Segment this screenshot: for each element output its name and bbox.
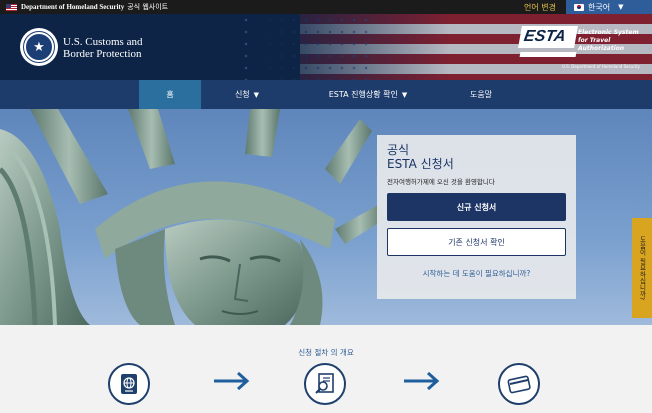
language-area: 언어 변경 한국어 ▼ bbox=[524, 0, 652, 14]
nav-help-label: 도움말 bbox=[469, 90, 493, 99]
language-selected: 한국어 bbox=[588, 2, 611, 12]
process-title: 신청 절차 의 개요 bbox=[298, 348, 354, 357]
chevron-down-icon: ▼ bbox=[253, 90, 260, 99]
step-application[interactable] bbox=[304, 363, 346, 405]
site-header: ★ U.S. Customs and Border Protection EST… bbox=[0, 14, 652, 80]
esta-department: U.S. Department of Homeland Security bbox=[562, 64, 641, 69]
panel-title: 공식 ESTA 신청서 bbox=[387, 143, 454, 171]
welcome-text: 전자여행허가제에 오신 것을 환영합니다 bbox=[387, 178, 495, 186]
main-nav: 홈 신청 ▼ ESTA 진행상황 확인 ▼ 도움말 bbox=[0, 80, 652, 109]
application-panel: 공식 ESTA 신청서 전자여행허가제에 오신 것을 환영합니다 신규 신청서 … bbox=[377, 135, 576, 299]
arrow-right-icon bbox=[404, 371, 440, 391]
agency-name[interactable]: U.S. Customs and Border Protection bbox=[63, 36, 142, 60]
step-payment[interactable] bbox=[498, 363, 540, 405]
nav-apply[interactable]: 신청 ▼ bbox=[201, 80, 293, 109]
chevron-down-icon: ▼ bbox=[618, 3, 624, 11]
panel-title-line1: 공식 bbox=[387, 143, 410, 157]
government-banner-agency: Department of Homeland Security bbox=[21, 3, 125, 11]
esta-logo[interactable]: ESTA Electronic System for Travel Author… bbox=[518, 26, 646, 72]
header-fade bbox=[250, 14, 450, 80]
agency-name-line2: Border Protection bbox=[63, 48, 142, 60]
arrow-right-icon bbox=[214, 371, 250, 391]
help-getting-started-link[interactable]: 시작하는 데 도움이 필요하십니까? bbox=[377, 268, 576, 279]
new-application-button[interactable]: 신규 신청서 bbox=[387, 193, 566, 221]
help-side-tab[interactable]: 도움이 필요하십니까? bbox=[632, 218, 652, 318]
esta-logo-text: ESTA bbox=[518, 26, 578, 48]
nav-home-label: 홈 bbox=[166, 90, 174, 99]
credit-card-icon bbox=[507, 375, 531, 394]
government-banner-official: 공식 웹사이트 bbox=[127, 3, 169, 11]
chevron-down-icon: ▼ bbox=[401, 90, 408, 99]
agency-name-line1: U.S. Customs and bbox=[63, 36, 143, 48]
nav-home[interactable]: 홈 bbox=[139, 80, 201, 109]
language-change-label: 언어 변경 bbox=[524, 2, 556, 12]
hero-banner: 공식 ESTA 신청서 전자여행허가제에 오신 것을 환영합니다 신규 신청서 … bbox=[0, 109, 652, 325]
passport-icon bbox=[121, 374, 137, 394]
government-banner: Department of Homeland Security 공식 웹사이트 … bbox=[0, 0, 652, 14]
nav-status-label: ESTA 진행상황 확인 bbox=[328, 90, 398, 99]
help-side-tab-label: 도움이 필요하십니까? bbox=[638, 235, 646, 301]
application-search-icon bbox=[315, 373, 334, 394]
language-select[interactable]: 한국어 ▼ bbox=[566, 0, 652, 14]
process-overview: 신청 절차 의 개요 bbox=[0, 325, 652, 413]
existing-application-button[interactable]: 기존 신청서 확인 bbox=[387, 228, 566, 256]
nav-help[interactable]: 도움말 bbox=[443, 80, 519, 109]
korea-flag-icon bbox=[574, 3, 584, 11]
step-passport[interactable] bbox=[108, 363, 150, 405]
panel-title-line2: ESTA 신청서 bbox=[387, 157, 454, 171]
us-flag-icon bbox=[6, 3, 17, 11]
esta-subtitle: Electronic System for Travel Authorizati… bbox=[578, 29, 639, 52]
nav-status[interactable]: ESTA 진행상황 확인 ▼ bbox=[293, 80, 443, 109]
nav-apply-label: 신청 bbox=[234, 90, 250, 99]
esta-logo-stripe bbox=[519, 52, 577, 57]
dhs-seal-icon[interactable]: ★ bbox=[20, 28, 58, 66]
